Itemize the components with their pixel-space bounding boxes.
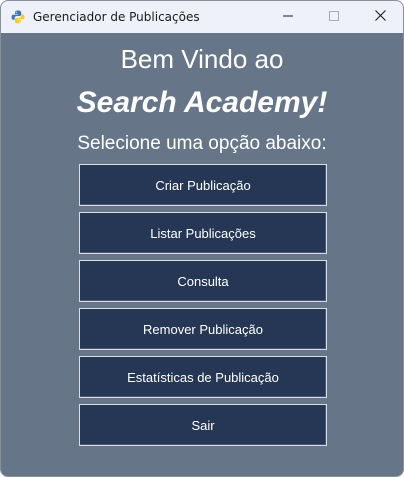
maximize-icon [329,8,339,26]
exit-button[interactable]: Sair [79,404,327,446]
button-label: Criar Publicação [155,177,251,193]
brand-title: Search Academy! [76,86,328,119]
query-button[interactable]: Consulta [79,260,327,302]
title-bar[interactable]: Gerenciador de Publicações [1,1,403,33]
button-label: Sair [191,417,215,433]
maximize-button[interactable] [311,1,357,33]
button-label: Listar Publicações [150,225,256,241]
minimize-button[interactable] [265,1,311,33]
close-icon [374,8,386,26]
close-button[interactable] [357,1,403,33]
python-icon [11,10,25,24]
create-publication-button[interactable]: Criar Publicação [79,164,327,206]
publication-stats-button[interactable]: Estatísticas de Publicação [79,356,327,398]
button-label: Consulta [177,273,229,289]
window-title: Gerenciador de Publicações [33,10,200,24]
remove-publication-button[interactable]: Remover Publicação [79,308,327,350]
main-panel: Bem Vindo ao Search Academy! Selecione u… [1,33,403,476]
app-window: Gerenciador de Publicações Bem Vindo ao … [0,0,404,477]
list-publications-button[interactable]: Listar Publicações [79,212,327,254]
minimize-icon [283,8,293,26]
button-label: Remover Publicação [143,321,263,337]
instruction-text: Selecione uma opção abaixo: [77,133,327,154]
welcome-heading: Bem Vindo ao [120,44,284,74]
button-label: Estatísticas de Publicação [127,369,279,385]
